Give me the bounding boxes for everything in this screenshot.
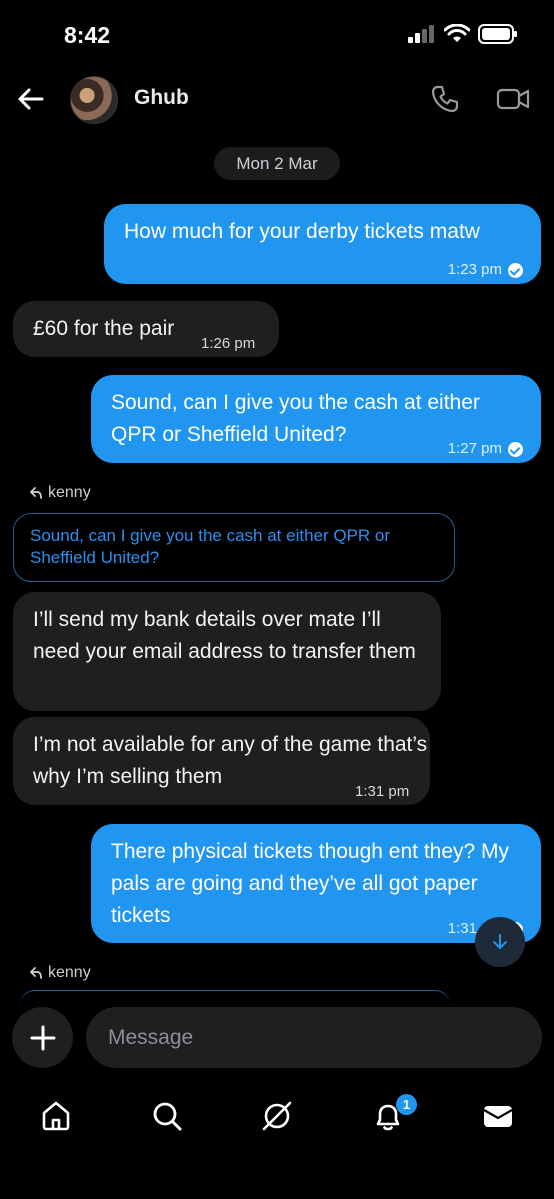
- message-time: 1:31 pm: [355, 783, 410, 800]
- reply-author: kenny: [48, 964, 91, 981]
- signal-icon: [408, 25, 434, 43]
- read-receipt-icon: [508, 262, 523, 278]
- quoted-text: Sound, can I give you the cash at either…: [30, 526, 391, 567]
- explore-icon: [262, 1101, 292, 1131]
- message-input[interactable]: [86, 1007, 542, 1068]
- message-text: £60 for the pair: [33, 317, 175, 340]
- notification-badge: 1: [396, 1094, 417, 1115]
- tab-search[interactable]: [147, 1096, 187, 1136]
- contact-name[interactable]: Ghub: [134, 86, 189, 110]
- message-bubble-outgoing[interactable]: There physical tickets though ent they? …: [91, 824, 541, 943]
- arrow-down-icon: [493, 934, 507, 949]
- message-bubble-incoming[interactable]: I’ll send my bank details over mate I’ll…: [13, 592, 441, 711]
- reply-author: kenny: [48, 484, 91, 501]
- add-attachment-button[interactable]: [12, 1007, 73, 1068]
- message-bubble-outgoing[interactable]: How much for your derby tickets matw 1:2…: [104, 204, 541, 284]
- tab-explore[interactable]: [257, 1096, 297, 1136]
- home-icon: [42, 1101, 70, 1131]
- status-time: 8:42: [64, 22, 111, 48]
- message-time: 1:26 pm: [201, 335, 256, 352]
- reply-arrow-icon: [30, 967, 42, 979]
- message-bubble-outgoing[interactable]: Sound, can I give you the cash at either…: [91, 375, 541, 463]
- reply-arrow-icon: [30, 487, 42, 499]
- scroll-to-bottom-button[interactable]: [475, 917, 525, 967]
- message-bubble-incoming[interactable]: I’m not available for any of the game th…: [13, 717, 430, 805]
- wifi-icon: [444, 24, 470, 42]
- envelope-icon: [483, 1106, 513, 1127]
- message-text: I’ll send my bank details over mate I’ll…: [33, 608, 416, 663]
- message-text: How much for your derby tickets matw: [124, 220, 480, 243]
- reply-indicator: kenny: [30, 964, 91, 982]
- message-time: 1:23 pm: [448, 254, 523, 286]
- tab-home[interactable]: [36, 1096, 76, 1136]
- date-chip: Mon 2 Mar: [214, 147, 340, 180]
- video-camera-icon[interactable]: [496, 84, 530, 114]
- back-arrow-icon[interactable]: [16, 84, 46, 114]
- avatar[interactable]: [70, 76, 118, 124]
- quoted-message-partial: [20, 990, 450, 1005]
- status-icons: [408, 24, 518, 44]
- search-icon: [153, 1102, 182, 1131]
- quoted-message[interactable]: Sound, can I give you the cash at either…: [13, 513, 455, 582]
- message-time: 1:27 pm: [448, 433, 523, 465]
- message-bubble-incoming[interactable]: £60 for the pair 1:26 pm: [13, 301, 279, 357]
- reply-indicator: kenny: [30, 484, 91, 502]
- plus-icon: [30, 1025, 55, 1050]
- phone-icon[interactable]: [430, 84, 460, 114]
- read-receipt-icon: [508, 441, 523, 457]
- tab-messages[interactable]: [478, 1096, 518, 1136]
- battery-icon: [478, 24, 517, 44]
